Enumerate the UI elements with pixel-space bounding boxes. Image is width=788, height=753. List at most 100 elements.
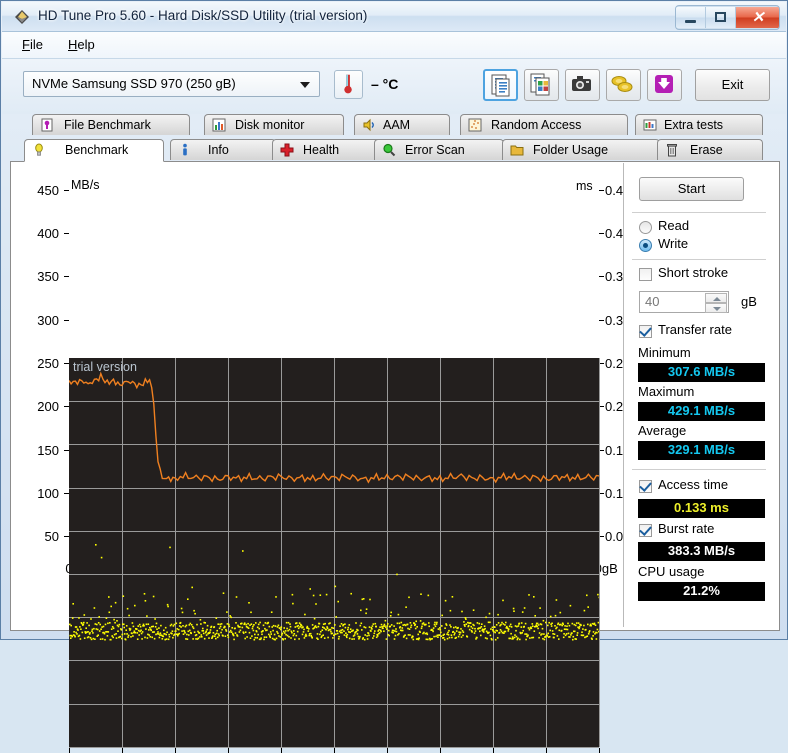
transfer-rate-checkbox[interactable] [639,325,652,338]
thermometer-icon [344,74,352,94]
tab-info[interactable]: Info [170,139,276,160]
camera-icon-glyph [572,76,591,91]
y-tick-label: 50 [44,529,59,544]
tab-disk-monitor[interactable]: Disk monitor [204,114,344,135]
stepper-up[interactable] [705,293,727,303]
maximum-value-box: 429.1 MB/s [638,402,765,421]
tab-aam[interactable]: AAM [354,114,450,135]
tab-random-access[interactable]: Random Access [460,114,628,135]
tab-file-benchmark[interactable]: File Benchmark [32,114,190,135]
copy-image-icon[interactable] [524,69,559,101]
scatter-icon [468,118,482,132]
benchmark-panel: MB/s ms 450 400 350 300 250 200 150 100 … [10,161,780,753]
minimum-value-box: 307.6 MB/s [638,363,765,382]
plot-series [69,371,599,641]
average-label: Average [638,423,687,438]
tab-label: Error Scan [405,143,465,157]
exit-button[interactable]: Exit [695,69,770,101]
copy-image-icon-glyph [530,73,550,96]
stepper-down[interactable] [705,303,727,313]
access-time-checkbox[interactable] [639,480,652,493]
speaker-icon [363,118,374,132]
window-title: HD Tune Pro 5.60 - Hard Disk/SSD Utility… [38,8,368,23]
maximize-icon[interactable] [706,7,736,28]
y-tick-label: 450 [37,183,59,198]
coins-icon[interactable] [606,69,641,101]
tab-strip: File Benchmark Disk monitor AAM Random A… [2,114,786,162]
temperature-value: – °C [371,76,399,92]
y-axis-unit: MB/s [71,178,100,192]
quantity-stepper[interactable] [705,293,727,313]
tab-health[interactable]: Health [272,139,384,160]
download-arrow-icon[interactable] [647,69,682,101]
tab-label: Disk monitor [235,118,305,132]
copy-icon[interactable] [483,69,518,101]
chevron-down-icon [300,82,310,88]
access-time-value-box: 0.133 ms [638,499,765,518]
average-value: 329.1 MB/s [667,442,736,457]
temperature-button[interactable] [334,70,363,99]
short-stroke-input[interactable]: 40 [639,291,729,313]
tab-label: File Benchmark [64,118,151,132]
y-tick-label: 300 [37,313,59,328]
hdtune-diamond-icon [15,10,29,24]
short-stroke-unit: gB [741,294,757,309]
benchmark-chart: MB/s ms 450 400 350 300 250 200 150 100 … [11,162,630,753]
radio-read[interactable] [639,221,652,234]
camera-icon[interactable] [565,69,600,101]
tab-label: Random Access [491,118,582,132]
cpu-usage-value-box: 21.2% [638,582,765,601]
tab-label: Benchmark [65,143,129,157]
radio-write[interactable] [639,239,652,252]
y-tick-label: 150 [37,443,59,458]
cpu-usage-value: 21.2% [683,583,720,598]
menu-help[interactable]: Help [68,37,95,52]
tab-erase[interactable]: Erase [657,139,763,160]
short-stroke-checkbox[interactable] [639,268,652,281]
close-icon[interactable]: ✕ [736,7,779,28]
menu-file[interactable]: File [22,37,43,52]
drive-select[interactable]: NVMe Samsung SSD 970 (250 gB) [23,71,320,97]
health-cross-icon [280,143,294,157]
y-tick-label: 350 [37,269,59,284]
minimum-value: 307.6 MB/s [667,364,736,379]
tab-label: Health [303,143,340,157]
side-panel: Start Read Write Short stroke 40 gB Tran… [623,163,779,627]
maximum-label: Maximum [638,384,695,399]
tab-label: Folder Usage [533,143,609,157]
file-benchmark-icon [41,118,53,132]
burst-rate-checkbox[interactable] [639,524,652,537]
copy-icon-glyph [491,74,510,97]
y-tick-label: 200 [37,399,59,414]
maximum-value: 429.1 MB/s [667,403,736,418]
cpu-usage-label: CPU usage [638,564,705,579]
minimize-icon[interactable] [676,7,706,28]
start-button[interactable]: Start [639,177,744,201]
plot-area[interactable]: trial version [69,358,600,748]
y-tick-label: 100 [37,486,59,501]
download-arrow-icon-glyph [655,75,673,93]
bulb-icon [35,143,43,156]
drive-select-value: NVMe Samsung SSD 970 (250 gB) [32,76,236,91]
tab-label: Info [208,143,229,157]
tab-label: Extra tests [664,118,724,132]
burst-rate-value-box: 383.3 MB/s [638,542,765,561]
tab-benchmark[interactable]: Benchmark [24,139,164,162]
window-controls: ✕ [675,5,780,30]
access-time-label: Access time [658,477,729,492]
short-stroke-value: 40 [645,294,660,309]
trash-icon [667,144,677,157]
menu-bar: File Help [2,32,786,59]
minimum-label: Minimum [638,345,691,360]
radio-read-label: Read [658,218,690,233]
y-tick-label: 400 [37,226,59,241]
tab-label: AAM [383,118,411,132]
bar-chart-icon [212,118,226,132]
magnifier-icon [383,143,396,157]
tab-label: Erase [690,143,723,157]
tab-error-scan[interactable]: Error Scan [374,139,504,160]
tab-folder-usage[interactable]: Folder Usage [502,139,660,160]
burst-rate-value: 383.3 MB/s [667,543,736,558]
tab-extra-tests[interactable]: Extra tests [635,114,763,135]
burst-rate-label: Burst rate [658,521,715,536]
